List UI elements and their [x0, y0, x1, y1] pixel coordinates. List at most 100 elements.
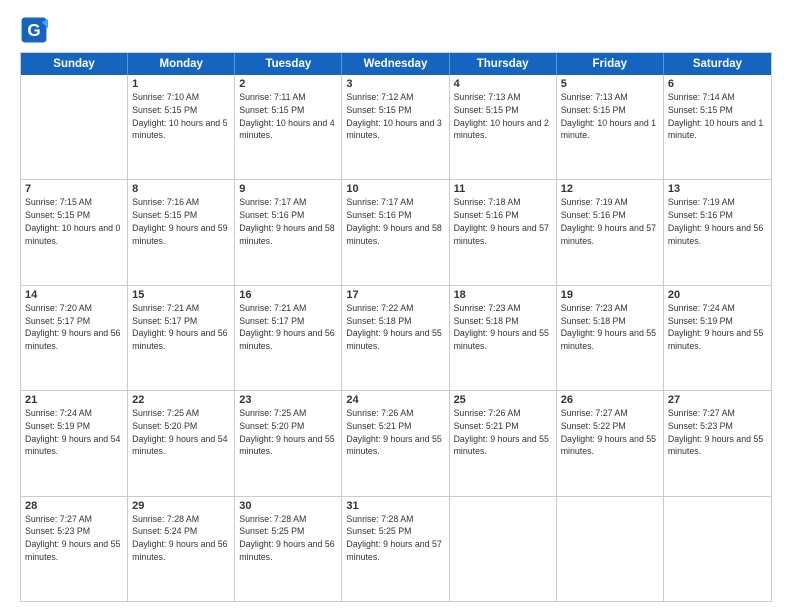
calendar-cell: 25Sunrise: 7:26 AM Sunset: 5:21 PM Dayli… [450, 391, 557, 495]
calendar-row-1: 1Sunrise: 7:10 AM Sunset: 5:15 PM Daylig… [21, 75, 771, 179]
calendar-cell: 19Sunrise: 7:23 AM Sunset: 5:18 PM Dayli… [557, 286, 664, 390]
day-number: 16 [239, 289, 337, 301]
calendar-cell: 2Sunrise: 7:11 AM Sunset: 5:15 PM Daylig… [235, 75, 342, 179]
day-info: Sunrise: 7:16 AM Sunset: 5:15 PM Dayligh… [132, 196, 230, 247]
day-info: Sunrise: 7:21 AM Sunset: 5:17 PM Dayligh… [239, 302, 337, 353]
day-info: Sunrise: 7:15 AM Sunset: 5:15 PM Dayligh… [25, 196, 123, 247]
day-number: 24 [346, 394, 444, 406]
day-info: Sunrise: 7:17 AM Sunset: 5:16 PM Dayligh… [239, 196, 337, 247]
svg-text:G: G [27, 21, 40, 40]
calendar-cell: 4Sunrise: 7:13 AM Sunset: 5:15 PM Daylig… [450, 75, 557, 179]
calendar-cell: 21Sunrise: 7:24 AM Sunset: 5:19 PM Dayli… [21, 391, 128, 495]
day-info: Sunrise: 7:20 AM Sunset: 5:17 PM Dayligh… [25, 302, 123, 353]
day-info: Sunrise: 7:26 AM Sunset: 5:21 PM Dayligh… [454, 407, 552, 458]
day-info: Sunrise: 7:19 AM Sunset: 5:16 PM Dayligh… [668, 196, 767, 247]
day-number: 20 [668, 289, 767, 301]
header-cell-thursday: Thursday [450, 53, 557, 75]
day-number: 23 [239, 394, 337, 406]
calendar-cell: 17Sunrise: 7:22 AM Sunset: 5:18 PM Dayli… [342, 286, 449, 390]
day-info: Sunrise: 7:28 AM Sunset: 5:24 PM Dayligh… [132, 513, 230, 564]
calendar-row-3: 14Sunrise: 7:20 AM Sunset: 5:17 PM Dayli… [21, 285, 771, 390]
day-number: 13 [668, 183, 767, 195]
day-info: Sunrise: 7:12 AM Sunset: 5:15 PM Dayligh… [346, 91, 444, 142]
calendar-cell: 24Sunrise: 7:26 AM Sunset: 5:21 PM Dayli… [342, 391, 449, 495]
day-number: 5 [561, 78, 659, 90]
day-number: 26 [561, 394, 659, 406]
day-number: 22 [132, 394, 230, 406]
day-number: 6 [668, 78, 767, 90]
header-cell-friday: Friday [557, 53, 664, 75]
calendar-cell: 8Sunrise: 7:16 AM Sunset: 5:15 PM Daylig… [128, 180, 235, 284]
calendar-cell: 14Sunrise: 7:20 AM Sunset: 5:17 PM Dayli… [21, 286, 128, 390]
day-number: 7 [25, 183, 123, 195]
calendar-cell: 18Sunrise: 7:23 AM Sunset: 5:18 PM Dayli… [450, 286, 557, 390]
calendar-cell: 13Sunrise: 7:19 AM Sunset: 5:16 PM Dayli… [664, 180, 771, 284]
calendar-page: G SundayMondayTuesdayWednesdayThursdayFr… [0, 0, 792, 612]
day-info: Sunrise: 7:19 AM Sunset: 5:16 PM Dayligh… [561, 196, 659, 247]
header-cell-tuesday: Tuesday [235, 53, 342, 75]
day-info: Sunrise: 7:13 AM Sunset: 5:15 PM Dayligh… [454, 91, 552, 142]
day-info: Sunrise: 7:17 AM Sunset: 5:16 PM Dayligh… [346, 196, 444, 247]
day-info: Sunrise: 7:25 AM Sunset: 5:20 PM Dayligh… [132, 407, 230, 458]
day-info: Sunrise: 7:11 AM Sunset: 5:15 PM Dayligh… [239, 91, 337, 142]
logo: G [20, 16, 52, 44]
calendar-cell: 15Sunrise: 7:21 AM Sunset: 5:17 PM Dayli… [128, 286, 235, 390]
day-info: Sunrise: 7:27 AM Sunset: 5:23 PM Dayligh… [25, 513, 123, 564]
day-info: Sunrise: 7:27 AM Sunset: 5:23 PM Dayligh… [668, 407, 767, 458]
calendar-cell: 5Sunrise: 7:13 AM Sunset: 5:15 PM Daylig… [557, 75, 664, 179]
day-info: Sunrise: 7:23 AM Sunset: 5:18 PM Dayligh… [561, 302, 659, 353]
calendar-header: SundayMondayTuesdayWednesdayThursdayFrid… [21, 53, 771, 75]
day-info: Sunrise: 7:27 AM Sunset: 5:22 PM Dayligh… [561, 407, 659, 458]
header-cell-monday: Monday [128, 53, 235, 75]
page-header: G [20, 16, 772, 44]
day-number: 30 [239, 500, 337, 512]
calendar-cell [21, 75, 128, 179]
day-info: Sunrise: 7:10 AM Sunset: 5:15 PM Dayligh… [132, 91, 230, 142]
day-number: 14 [25, 289, 123, 301]
day-number: 4 [454, 78, 552, 90]
calendar-cell [557, 497, 664, 601]
day-info: Sunrise: 7:28 AM Sunset: 5:25 PM Dayligh… [346, 513, 444, 564]
calendar-cell: 22Sunrise: 7:25 AM Sunset: 5:20 PM Dayli… [128, 391, 235, 495]
day-number: 29 [132, 500, 230, 512]
day-info: Sunrise: 7:24 AM Sunset: 5:19 PM Dayligh… [25, 407, 123, 458]
calendar-cell: 7Sunrise: 7:15 AM Sunset: 5:15 PM Daylig… [21, 180, 128, 284]
day-info: Sunrise: 7:28 AM Sunset: 5:25 PM Dayligh… [239, 513, 337, 564]
calendar-cell: 30Sunrise: 7:28 AM Sunset: 5:25 PM Dayli… [235, 497, 342, 601]
calendar-row-2: 7Sunrise: 7:15 AM Sunset: 5:15 PM Daylig… [21, 179, 771, 284]
calendar-cell: 12Sunrise: 7:19 AM Sunset: 5:16 PM Dayli… [557, 180, 664, 284]
calendar-cell: 29Sunrise: 7:28 AM Sunset: 5:24 PM Dayli… [128, 497, 235, 601]
calendar-cell: 27Sunrise: 7:27 AM Sunset: 5:23 PM Dayli… [664, 391, 771, 495]
calendar-row-5: 28Sunrise: 7:27 AM Sunset: 5:23 PM Dayli… [21, 496, 771, 601]
calendar-cell: 10Sunrise: 7:17 AM Sunset: 5:16 PM Dayli… [342, 180, 449, 284]
calendar-cell: 23Sunrise: 7:25 AM Sunset: 5:20 PM Dayli… [235, 391, 342, 495]
calendar-row-4: 21Sunrise: 7:24 AM Sunset: 5:19 PM Dayli… [21, 390, 771, 495]
calendar-cell [664, 497, 771, 601]
calendar-cell: 9Sunrise: 7:17 AM Sunset: 5:16 PM Daylig… [235, 180, 342, 284]
calendar-cell: 1Sunrise: 7:10 AM Sunset: 5:15 PM Daylig… [128, 75, 235, 179]
calendar-cell: 16Sunrise: 7:21 AM Sunset: 5:17 PM Dayli… [235, 286, 342, 390]
day-number: 21 [25, 394, 123, 406]
calendar: SundayMondayTuesdayWednesdayThursdayFrid… [20, 52, 772, 602]
day-info: Sunrise: 7:25 AM Sunset: 5:20 PM Dayligh… [239, 407, 337, 458]
day-number: 10 [346, 183, 444, 195]
day-number: 12 [561, 183, 659, 195]
day-number: 25 [454, 394, 552, 406]
day-info: Sunrise: 7:21 AM Sunset: 5:17 PM Dayligh… [132, 302, 230, 353]
day-info: Sunrise: 7:18 AM Sunset: 5:16 PM Dayligh… [454, 196, 552, 247]
day-info: Sunrise: 7:23 AM Sunset: 5:18 PM Dayligh… [454, 302, 552, 353]
day-info: Sunrise: 7:22 AM Sunset: 5:18 PM Dayligh… [346, 302, 444, 353]
day-number: 11 [454, 183, 552, 195]
header-cell-sunday: Sunday [21, 53, 128, 75]
header-cell-wednesday: Wednesday [342, 53, 449, 75]
calendar-cell: 26Sunrise: 7:27 AM Sunset: 5:22 PM Dayli… [557, 391, 664, 495]
calendar-cell: 11Sunrise: 7:18 AM Sunset: 5:16 PM Dayli… [450, 180, 557, 284]
day-number: 2 [239, 78, 337, 90]
logo-icon: G [20, 16, 48, 44]
calendar-body: 1Sunrise: 7:10 AM Sunset: 5:15 PM Daylig… [21, 75, 771, 601]
day-info: Sunrise: 7:26 AM Sunset: 5:21 PM Dayligh… [346, 407, 444, 458]
day-number: 18 [454, 289, 552, 301]
day-number: 3 [346, 78, 444, 90]
calendar-cell [450, 497, 557, 601]
day-number: 15 [132, 289, 230, 301]
